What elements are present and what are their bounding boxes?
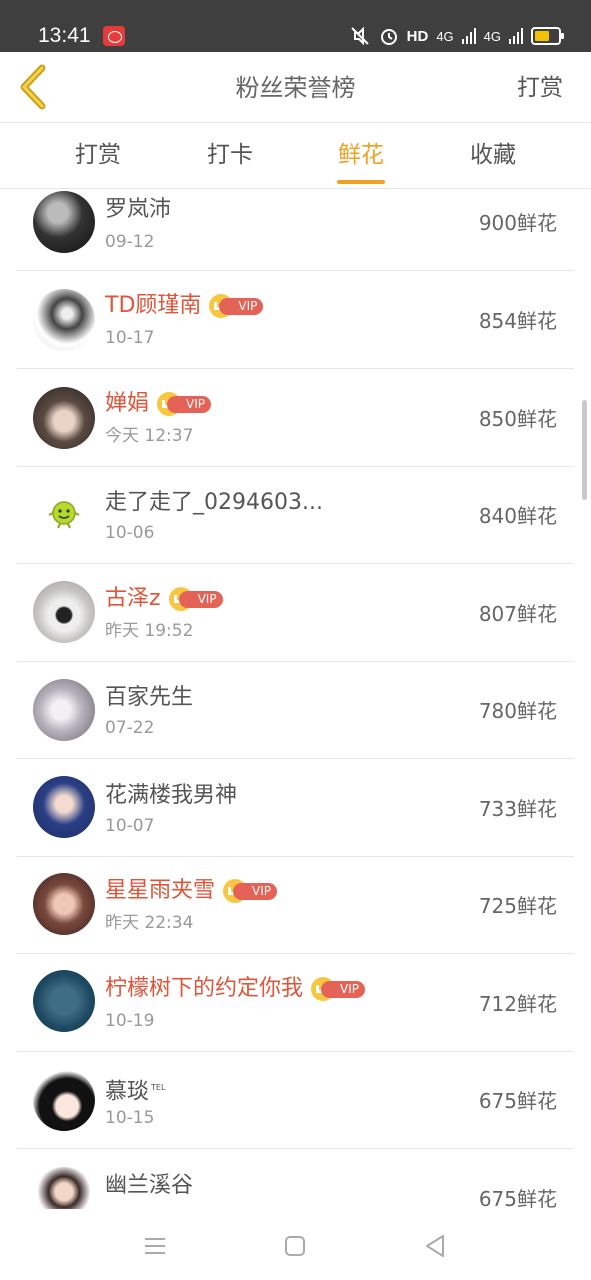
page-title: 粉丝荣誉榜: [235, 74, 356, 102]
tel-tag: TEL: [151, 1083, 166, 1092]
reward-button[interactable]: 打赏: [517, 72, 563, 104]
menu-icon[interactable]: [141, 1232, 169, 1260]
list-item[interactable]: 柠檬树下的约定你我 VIP 10-19 712鲜花: [17, 954, 574, 1052]
list-item[interactable]: 慕琰 TEL 10-15 675鲜花: [17, 1051, 574, 1149]
avatar[interactable]: [33, 1167, 95, 1209]
tab-bar: 打赏 打卡 鲜花 收藏: [0, 123, 591, 189]
list-item[interactable]: 幽兰溪谷 675鲜花: [17, 1149, 574, 1209]
hd-icon: HD: [406, 27, 429, 45]
fan-date: 昨天 22:34: [105, 913, 194, 933]
flower-count: 733鲜花: [478, 797, 557, 821]
list-item[interactable]: 百家先生 07-22 780鲜花: [17, 661, 574, 759]
status-time: 13:41: [38, 24, 91, 47]
list-item[interactable]: 罗岚沛 09-12 900鲜花: [17, 189, 574, 271]
flower-count: 854鲜花: [478, 309, 557, 333]
fan-name: 慕琰 TEL: [105, 1079, 166, 1105]
signal-icon-2: [509, 28, 523, 44]
fan-name: 百家先生: [105, 685, 194, 710]
fan-name: 走了走了_0294603...: [105, 490, 323, 515]
fan-date: 10-07: [105, 816, 155, 836]
avatar[interactable]: [33, 289, 95, 351]
vip-crown-badge: VIP: [223, 879, 278, 903]
mute-icon: [350, 26, 369, 46]
flower-count: 675鲜花: [478, 1187, 557, 1209]
tab-reward[interactable]: 打赏: [48, 139, 148, 171]
fan-date: 09-12: [105, 232, 155, 252]
home-icon[interactable]: [281, 1232, 309, 1260]
fan-name: 花满楼我男神: [105, 783, 238, 808]
list-item[interactable]: 星星雨夹雪 VIP 昨天 22:34 725鲜花: [17, 856, 574, 954]
status-bar: 13:41 HD 4G 4G: [0, 0, 591, 52]
avatar[interactable]: [33, 776, 95, 838]
signal-icon: [461, 28, 476, 44]
flower-count: 807鲜花: [478, 602, 557, 626]
flower-count: 675鲜花: [478, 1089, 557, 1113]
battery-icon: [531, 27, 564, 45]
flower-count: 780鲜花: [478, 699, 557, 723]
system-nav-bar: [0, 1210, 591, 1280]
fan-date: 昨天 19:52: [105, 621, 194, 641]
flower-count: 850鲜花: [478, 407, 557, 431]
flower-count: 840鲜花: [478, 504, 557, 528]
fan-date: 07-22: [105, 718, 155, 738]
avatar[interactable]: [33, 581, 95, 643]
fan-date: 10-17: [105, 328, 155, 348]
list-item[interactable]: 古泽z VIP 昨天 19:52 807鲜花: [17, 564, 574, 662]
list-item[interactable]: TD顾瑾南 VIP 10-17 854鲜花: [17, 271, 574, 369]
top-bar: 粉丝荣誉榜 打赏: [0, 52, 591, 123]
alarm-icon: [380, 29, 397, 45]
vip-crown-badge: VIP: [157, 392, 212, 416]
avatar[interactable]: [33, 679, 95, 741]
back-triangle-icon[interactable]: [421, 1232, 449, 1260]
fan-name: 罗岚沛: [105, 197, 172, 222]
vip-crown-badge: VIP: [311, 977, 366, 1001]
active-tab-indicator: [337, 180, 385, 184]
network-type-2: 4G: [483, 28, 501, 44]
tab-checkin[interactable]: 打卡: [180, 139, 280, 171]
app-notification-icon: [103, 26, 125, 46]
fan-name-vip: TD顾瑾南 VIP: [105, 291, 264, 321]
fan-name-vip: 星星雨夹雪 VIP: [105, 876, 278, 906]
tab-flowers[interactable]: 鲜花: [311, 139, 411, 171]
scrollbar[interactable]: [582, 400, 587, 500]
status-icons: HD 4G 4G: [349, 24, 564, 48]
fan-name-vip: 婵娟 VIP: [105, 389, 212, 419]
fan-date: 10-19: [105, 1011, 155, 1031]
list-item[interactable]: 婵娟 VIP 今天 12:37 850鲜花: [17, 369, 574, 467]
flower-count: 900鲜花: [478, 211, 557, 235]
vip-crown-badge: VIP: [209, 294, 264, 318]
avatar[interactable]: [33, 387, 95, 449]
tab-favorites[interactable]: 收藏: [443, 139, 543, 171]
vip-crown-badge: VIP: [168, 587, 223, 611]
avatar[interactable]: [33, 873, 95, 935]
fan-date: 10-15: [105, 1108, 155, 1128]
flower-count: 725鲜花: [478, 894, 557, 918]
avatar[interactable]: [33, 1069, 95, 1131]
avatar[interactable]: [33, 191, 95, 253]
fan-name-vip: 柠檬树下的约定你我 VIP: [105, 974, 366, 1004]
fan-date: 今天 12:37: [105, 426, 194, 446]
list-item[interactable]: 花满楼我男神 10-07 733鲜花: [17, 759, 574, 857]
fan-name: 幽兰溪谷: [105, 1173, 194, 1198]
flower-count: 712鲜花: [478, 992, 557, 1016]
list-item[interactable]: 走了走了_0294603... 10-06 840鲜花: [17, 466, 574, 564]
smiley-avatar-icon[interactable]: [33, 484, 95, 546]
network-type-1: 4G: [436, 28, 454, 44]
fan-date: 10-06: [105, 523, 155, 543]
avatar[interactable]: [33, 970, 95, 1032]
fan-name-vip: 古泽z VIP: [105, 584, 223, 614]
fan-list[interactable]: 罗岚沛 09-12 900鲜花 TD顾瑾南 VIP 10-17 854鲜花 婵娟 V…: [0, 189, 591, 1209]
